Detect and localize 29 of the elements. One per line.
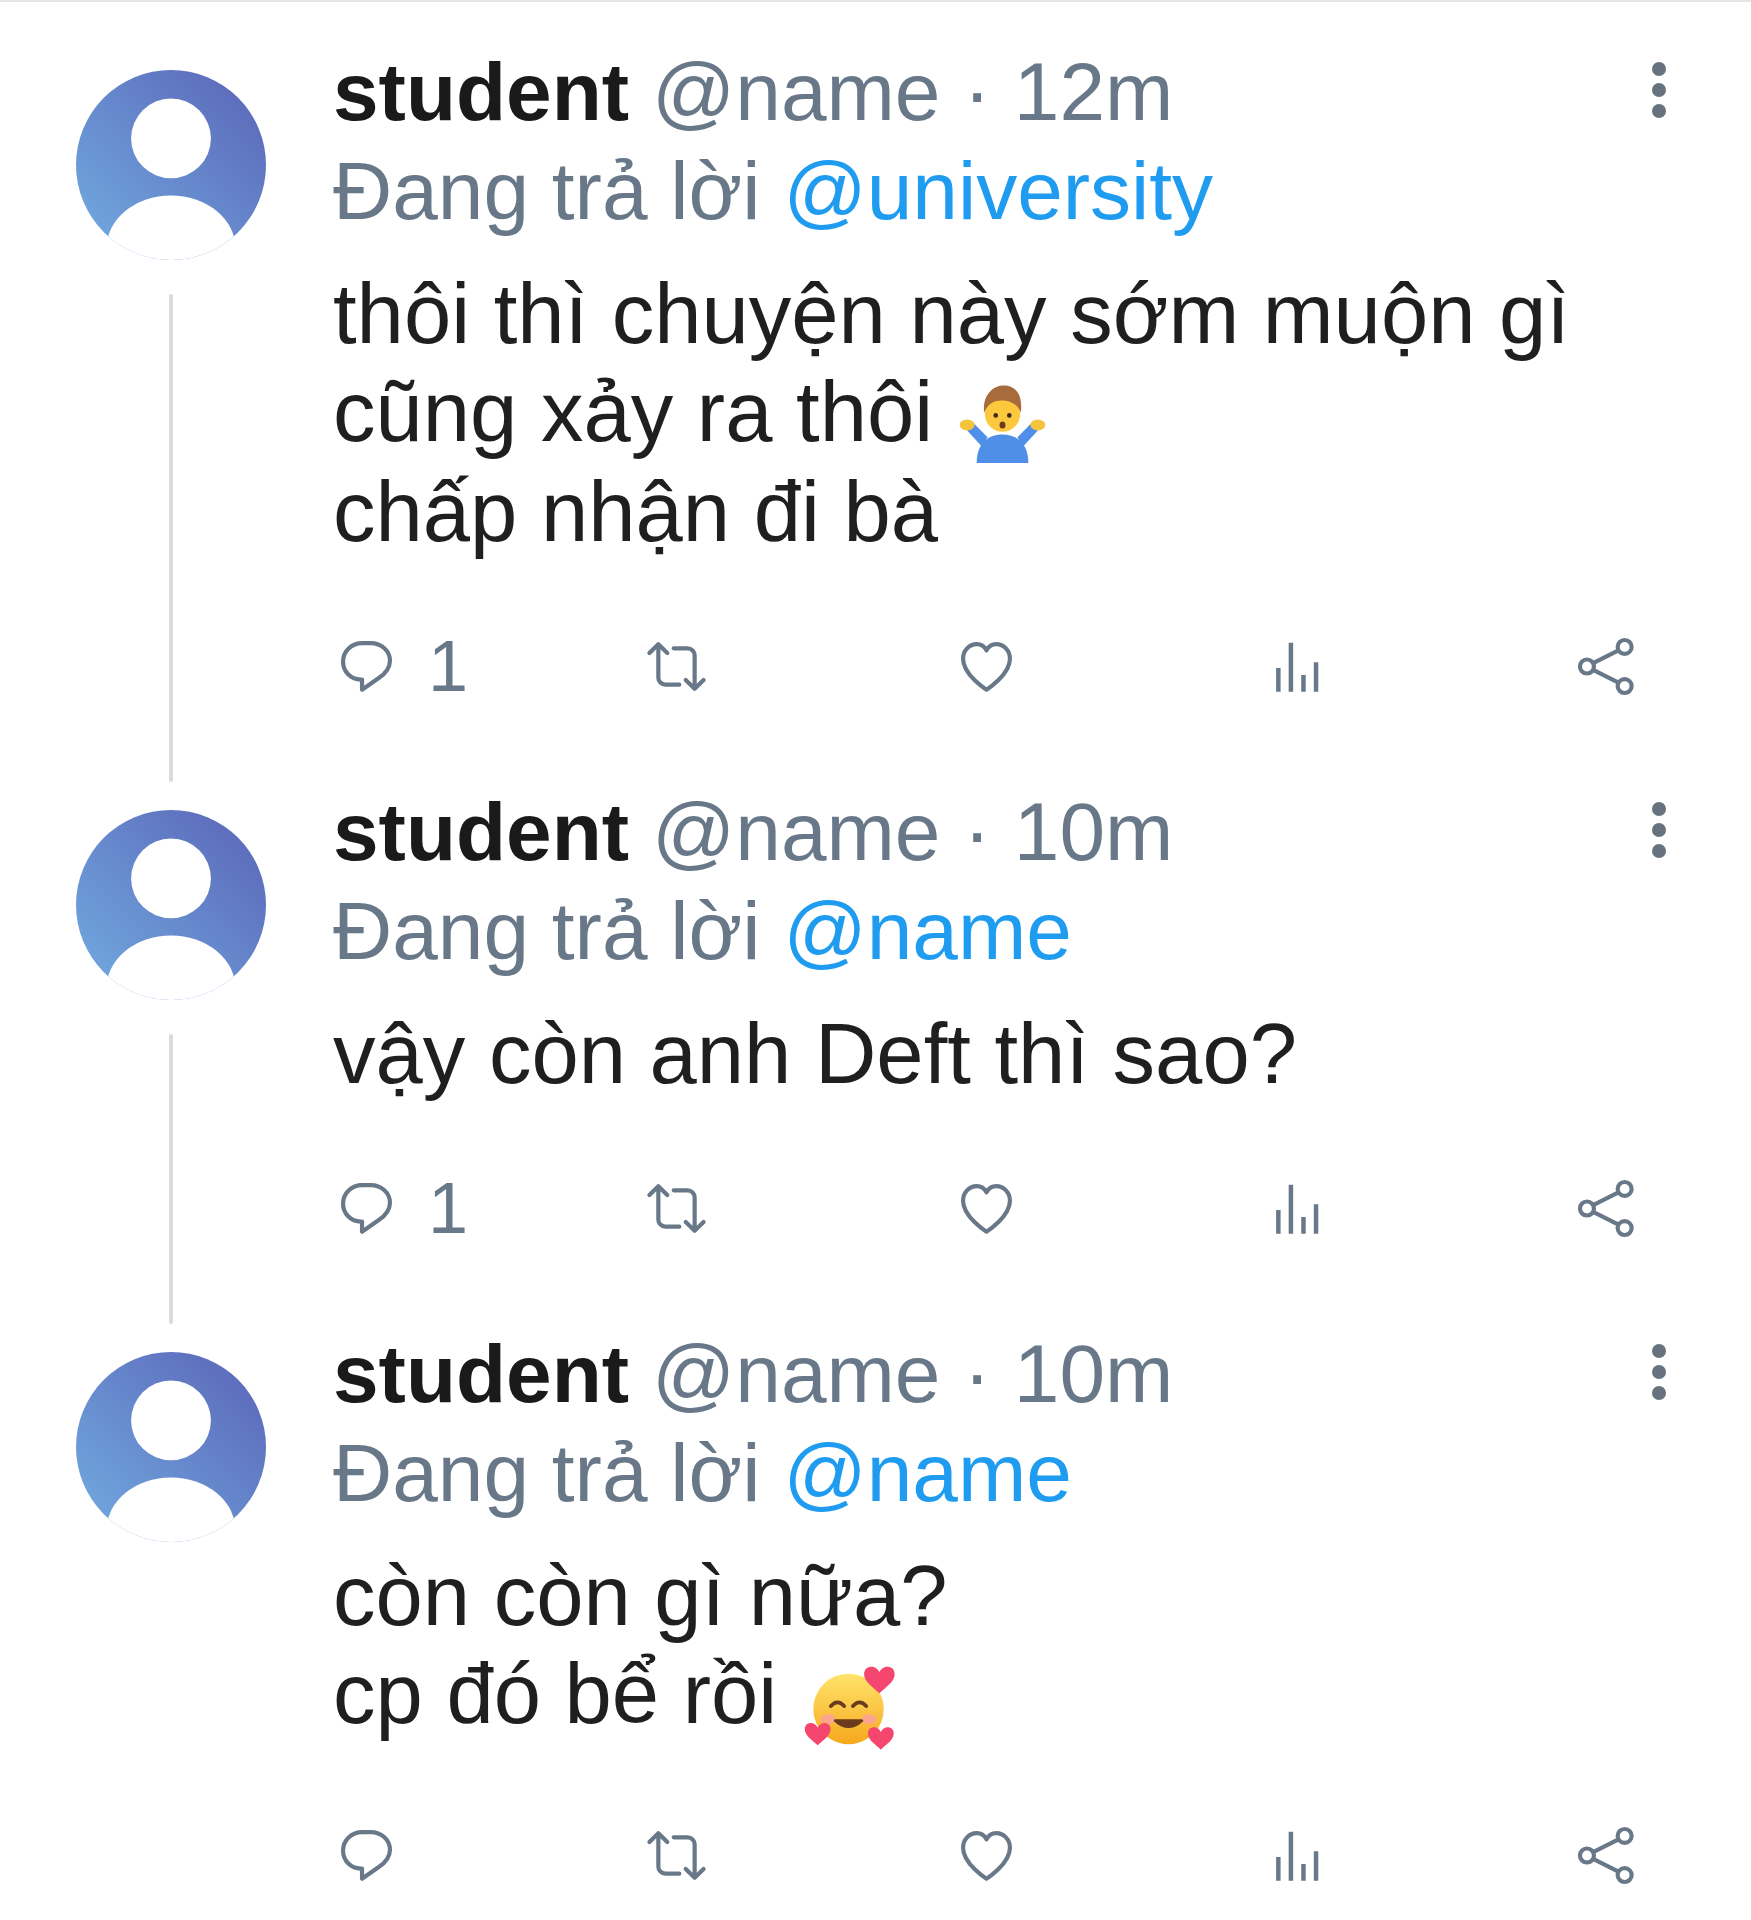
post-time: 10m — [1013, 785, 1174, 879]
post-text: còn còn gì nữa? — [333, 1547, 948, 1645]
separator-dot: · — [963, 45, 991, 139]
separator-dot: · — [963, 785, 991, 879]
post-text: chấp nhận đi bà — [333, 463, 938, 561]
post-text: cũng xảy ra thôi — [333, 363, 934, 461]
more-icon[interactable] — [1651, 61, 1667, 119]
replying-to-text: Đang trả lời @name — [333, 884, 1072, 978]
avatar-icon[interactable] — [76, 810, 266, 1000]
user-handle: @name — [652, 785, 941, 879]
replying-to-text: Đang trả lời @name — [333, 1426, 1072, 1520]
post-time: 12m — [1013, 45, 1174, 139]
user-handle: @name — [652, 1327, 941, 1421]
user-name[interactable]: student — [333, 42, 630, 141]
separator-dot: · — [963, 1327, 991, 1421]
reply-count: 1 — [428, 630, 469, 702]
replying-to-text: Đang trả lời @university — [333, 144, 1214, 238]
post-text: vậy còn anh Deft thì sao? — [333, 1005, 1297, 1103]
user-name[interactable]: student — [333, 1324, 630, 1423]
reply-count: 1 — [428, 1172, 469, 1244]
more-icon[interactable] — [1651, 1343, 1667, 1401]
avatar-icon[interactable] — [76, 70, 266, 260]
user-name[interactable]: student — [333, 782, 630, 881]
post-text: cp đó bể rồi — [333, 1645, 778, 1743]
post-text: thôi thì chuyện này sớm muộn gì — [333, 265, 1570, 363]
user-handle: @name — [652, 45, 941, 139]
more-icon[interactable] — [1651, 801, 1667, 859]
post-time: 10m — [1013, 1327, 1174, 1421]
avatar-icon[interactable] — [76, 1352, 266, 1542]
